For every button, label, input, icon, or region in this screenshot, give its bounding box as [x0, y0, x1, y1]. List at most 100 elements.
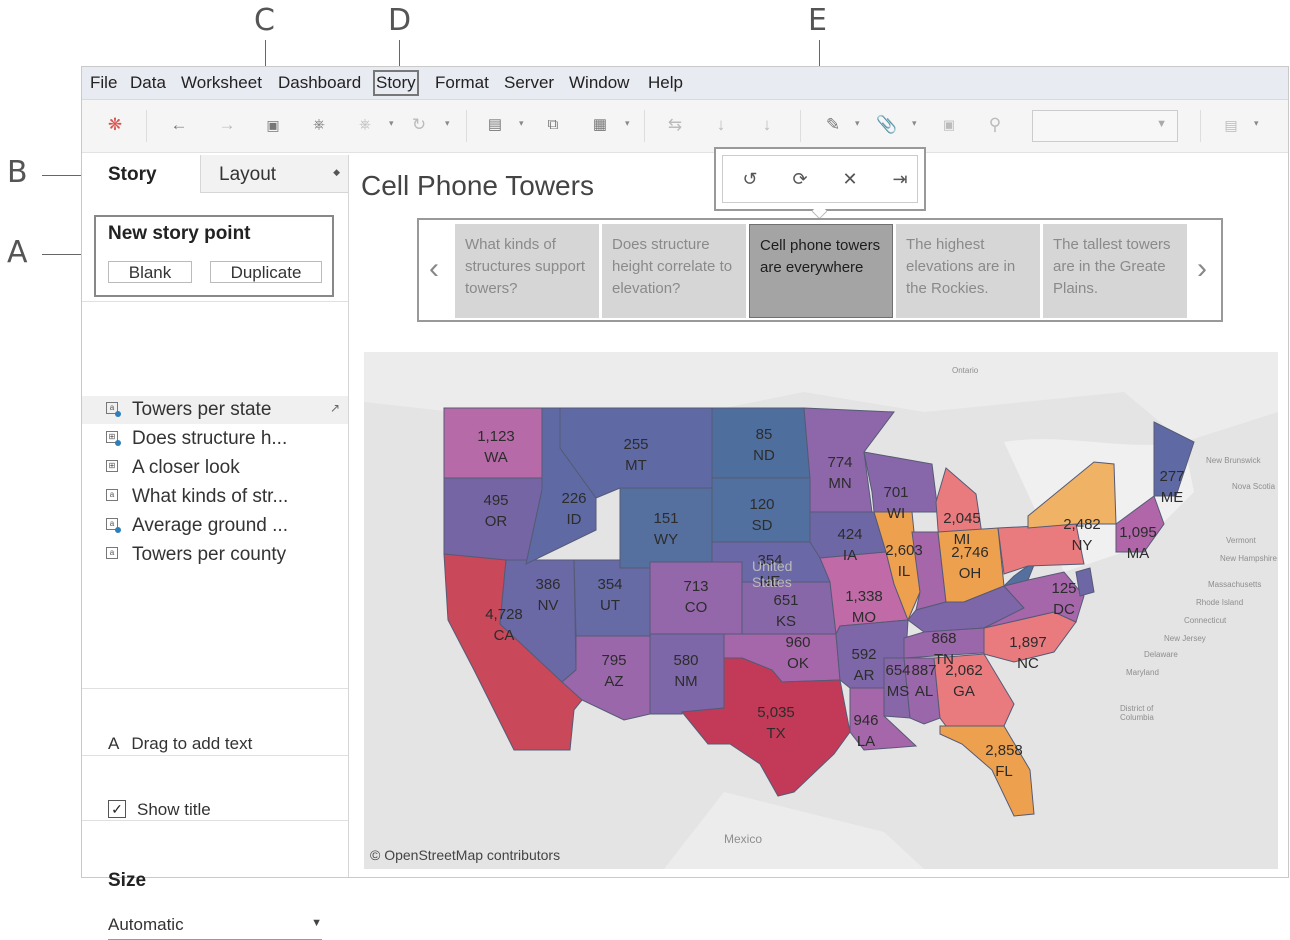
tab-layout[interactable]: Layout ◆	[200, 155, 348, 193]
story-point-caption: What kinds of structures support towers?	[465, 236, 586, 297]
redo-icon[interactable]: →	[216, 114, 238, 136]
duplicate-sheet-icon[interactable]: ⧉	[542, 114, 564, 136]
towers-map[interactable]: 1,123 WA 495 OR 4,728 CA 386 NV 226 ID 255 MT 151 WY 3…	[364, 352, 1278, 869]
state-label-or: 495 OR	[466, 490, 526, 532]
sheet-item-label: What kinds of str...	[132, 486, 289, 507]
state-abbr: WY	[653, 531, 679, 548]
chevron-down-icon[interactable]: ▾	[445, 118, 450, 129]
menu-bar: File Data Worksheet Dashboard Story Form…	[82, 67, 1288, 100]
state-abbr: IA	[842, 547, 858, 564]
chevron-down-icon[interactable]: ▾	[1254, 118, 1259, 129]
fit-dropdown[interactable]: ▼	[1032, 110, 1178, 142]
toolbar-separator	[800, 110, 801, 142]
story-point-5[interactable]: The tallest towers are in the Greate Pla…	[1043, 224, 1187, 318]
clear-sheet-icon[interactable]: ▦	[589, 114, 611, 136]
highlight-icon[interactable]: ✎	[822, 114, 844, 136]
sheet-item-what-kinds[interactable]: a What kinds of str...	[82, 483, 348, 511]
menu-file[interactable]: File	[90, 73, 117, 93]
sheet-item-a-closer-look[interactable]: ⊞ A closer look	[82, 454, 348, 482]
drag-to-add-text[interactable]: A Drag to add text	[108, 734, 252, 754]
show-me-icon[interactable]: ▤	[1220, 114, 1242, 136]
state-count: 1,123	[477, 428, 515, 445]
drag-to-add-text-label: Drag to add text	[131, 734, 253, 753]
sort-ascending-icon[interactable]: ↓	[710, 114, 732, 136]
story-point-2[interactable]: Does structure height correlate to eleva…	[602, 224, 746, 318]
state-label-mt: 255 MT	[606, 434, 666, 476]
state-count: 5,035	[757, 704, 795, 721]
show-title-checkbox[interactable]: ✓	[108, 800, 126, 818]
pause-updates-icon[interactable]: ⎈	[354, 114, 376, 136]
state-label-il: 2,603 IL	[874, 540, 934, 582]
story-point-1[interactable]: What kinds of structures support towers?	[455, 224, 599, 318]
group-members-icon[interactable]: 📎	[876, 114, 898, 136]
save-icon[interactable]: ▣	[262, 114, 284, 136]
story-point-3[interactable]: Cell phone towers are everywhere	[749, 224, 893, 318]
chevron-down-icon[interactable]: ▾	[912, 118, 917, 129]
revert-icon[interactable]: ↺	[737, 166, 763, 192]
map-place-label: Vermont	[1226, 536, 1256, 545]
chevron-down-icon[interactable]: ▾	[389, 118, 394, 129]
new-story-point-title: New story point	[108, 223, 251, 244]
show-mark-labels-icon[interactable]: ▣	[938, 114, 960, 136]
menu-story[interactable]: Story	[373, 70, 419, 96]
blank-button[interactable]: Blank	[108, 261, 192, 283]
map-place-label: New Hampshire	[1220, 554, 1277, 563]
chevron-down-icon[interactable]: ▾	[519, 118, 524, 129]
state-abbr: KS	[775, 613, 796, 630]
menu-format[interactable]: Format	[435, 73, 489, 93]
state-count: 795	[601, 652, 627, 669]
menu-help[interactable]: Help	[648, 73, 683, 93]
state-abbr: TX	[766, 725, 786, 742]
sheet-item-label: Average ground ...	[132, 515, 288, 536]
map-place-label: Nova Scotia	[1232, 482, 1276, 491]
chevron-down-icon[interactable]: ▾	[625, 118, 630, 129]
sheet-item-towers-per-county[interactable]: a Towers per county	[82, 541, 348, 569]
chevron-down-icon[interactable]: ▾	[855, 118, 860, 129]
menu-data[interactable]: Data	[130, 73, 166, 93]
size-select-value: Automatic	[108, 915, 184, 934]
delete-icon[interactable]: ✕	[837, 166, 863, 192]
state-count: 868	[931, 630, 957, 647]
swap-rows-columns-icon[interactable]: ⇆	[664, 114, 686, 136]
new-data-source-icon[interactable]: ⎈	[308, 114, 330, 136]
worksheet-icon: ⊞	[106, 460, 118, 472]
story-point-4[interactable]: The highest elevations are in the Rockie…	[896, 224, 1040, 318]
state-abbr: NY	[1071, 537, 1093, 554]
state-abbr: WA	[484, 449, 508, 466]
size-select[interactable]: Automatic ▼	[108, 911, 322, 940]
menu-server[interactable]: Server	[504, 73, 554, 93]
state-count: 354	[597, 576, 623, 593]
chevron-right-icon[interactable]: ›	[1197, 252, 1207, 286]
story-title[interactable]: Cell Phone Towers	[361, 170, 594, 202]
menu-window[interactable]: Window	[569, 73, 629, 93]
state-label-ny: 2,482 NY	[1052, 514, 1112, 556]
state-count: 2,858	[985, 742, 1023, 759]
fix-axes-icon[interactable]: ⚲	[984, 114, 1006, 136]
duplicate-button[interactable]: Duplicate	[210, 261, 322, 283]
new-worksheet-icon[interactable]: ▤	[484, 114, 506, 136]
state-label-oh: 2,746 OH	[940, 542, 1000, 584]
state-count: 1,338	[845, 588, 883, 605]
sheet-item-does-structure[interactable]: ⊞ Does structure h...	[82, 425, 348, 453]
sheet-item-towers-per-state[interactable]: a Towers per state ↗	[82, 396, 348, 424]
state-abbr: IL	[897, 563, 911, 580]
save-as-new-icon[interactable]: ⇥	[887, 166, 913, 192]
undo-icon[interactable]: ←	[168, 114, 190, 136]
tab-story[interactable]: Story	[82, 155, 200, 193]
state-count: 2,062	[945, 662, 983, 679]
menu-worksheet[interactable]: Worksheet	[181, 73, 262, 93]
tableau-logo-icon[interactable]: ❋	[104, 114, 126, 136]
menu-dashboard[interactable]: Dashboard	[278, 73, 361, 93]
go-to-sheet-icon[interactable]: ↗	[330, 401, 340, 415]
update-icon[interactable]: ⟳	[787, 166, 813, 192]
toolbar-separator	[146, 110, 147, 142]
state-label-id: 226 ID	[544, 488, 604, 530]
dashboard-icon: a	[106, 489, 118, 501]
chevron-down-icon: ▼	[1156, 118, 1167, 130]
sheet-item-label: Does structure h...	[132, 428, 288, 449]
chevron-updown-icon: ◆	[333, 167, 340, 177]
refresh-icon[interactable]: ↻	[408, 114, 430, 136]
sort-descending-icon[interactable]: ↓	[756, 114, 778, 136]
sheet-item-average-ground[interactable]: a Average ground ...	[82, 512, 348, 540]
chevron-left-icon[interactable]: ‹	[429, 252, 439, 286]
